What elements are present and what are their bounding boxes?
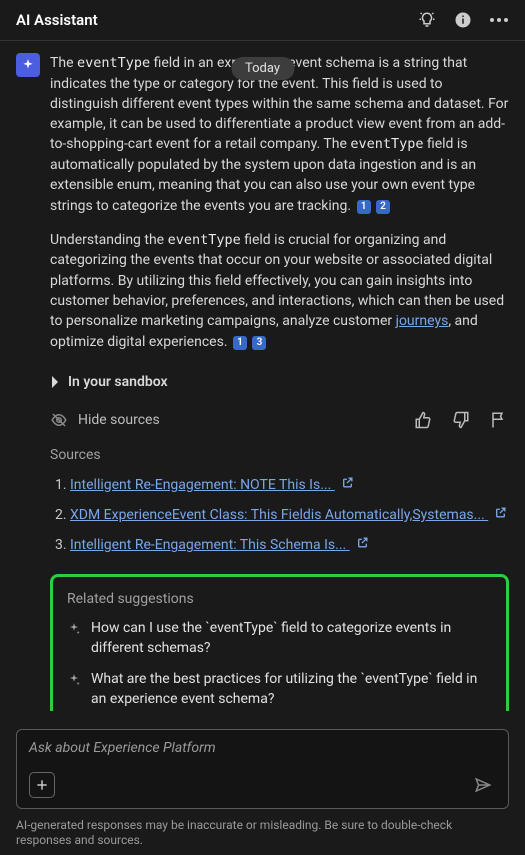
eye-off-icon — [50, 411, 68, 429]
source-item: Intelligent Re-Engagement: NOTE This Is.… — [70, 475, 509, 495]
sources-toolbar: Hide sources — [50, 406, 509, 444]
app-title: AI Assistant — [16, 11, 98, 29]
assistant-avatar-icon — [16, 53, 40, 77]
sandbox-toggle[interactable]: In your sandbox — [50, 366, 509, 406]
more-icon[interactable] — [489, 10, 509, 30]
sandbox-label: In your sandbox — [68, 372, 168, 392]
hide-sources-label: Hide sources — [78, 410, 160, 430]
add-attachment-button[interactable] — [29, 772, 55, 798]
citation-badge[interactable]: 3 — [252, 336, 266, 350]
code-eventtype: eventType — [168, 232, 241, 248]
message-body: The eventType field in an experience eve… — [50, 53, 509, 711]
source-item: XDM ExperienceEvent Class: This Fieldis … — [70, 505, 509, 525]
sparkle-icon — [67, 673, 81, 687]
external-link-icon — [341, 476, 354, 489]
code-eventtype: eventType — [77, 55, 150, 71]
hide-sources-button[interactable]: Hide sources — [50, 410, 160, 430]
flag-icon[interactable] — [489, 410, 509, 430]
message-paragraph-2: Understanding the eventType field is cru… — [50, 230, 509, 352]
journeys-link[interactable]: journeys — [396, 313, 449, 329]
source-link[interactable]: XDM ExperienceEvent Class: This Fieldis … — [70, 507, 488, 523]
thumbs-down-icon[interactable] — [451, 410, 471, 430]
suggestions-heading: Related suggestions — [67, 589, 492, 609]
related-suggestions-box: Related suggestions How can I use the `e… — [50, 574, 509, 711]
suggestion-text: How can I use the `eventType` field to c… — [91, 619, 492, 658]
plus-icon — [35, 778, 49, 792]
source-link[interactable]: Intelligent Re-Engagement: This Schema I… — [70, 537, 350, 553]
date-badge: Today — [231, 57, 294, 80]
citation-badge[interactable]: 2 — [376, 200, 390, 214]
suggestion-item[interactable]: How can I use the `eventType` field to c… — [67, 619, 492, 658]
citation-badge[interactable]: 1 — [357, 200, 371, 214]
assistant-message: The eventType field in an experience eve… — [16, 53, 509, 711]
source-item: Intelligent Re-Engagement: This Schema I… — [70, 535, 509, 555]
chevron-right-icon — [50, 375, 60, 389]
external-link-icon — [356, 536, 369, 549]
content-area: Today The eventType field in an experien… — [0, 41, 525, 711]
send-button[interactable] — [470, 772, 496, 798]
header-actions — [417, 10, 509, 30]
external-link-icon — [494, 506, 507, 519]
send-icon — [474, 776, 492, 794]
sources-heading: Sources — [50, 445, 509, 465]
code-eventtype: eventType — [350, 136, 423, 152]
input-area: Ask about Experience Platform — [16, 729, 509, 809]
source-link[interactable]: Intelligent Re-Engagement: NOTE This Is.… — [70, 477, 335, 493]
header: AI Assistant — [0, 0, 525, 41]
info-icon[interactable] — [453, 10, 473, 30]
citation-badge[interactable]: 1 — [233, 336, 247, 350]
feedback-icons — [413, 410, 509, 430]
thumbs-up-icon[interactable] — [413, 410, 433, 430]
suggestion-item[interactable]: What are the best practices for utilizin… — [67, 670, 492, 709]
suggestion-text: What are the best practices for utilizin… — [91, 670, 492, 709]
lightbulb-icon[interactable] — [417, 10, 437, 30]
chat-input[interactable]: Ask about Experience Platform — [16, 729, 509, 809]
sparkle-icon — [67, 622, 81, 636]
disclaimer-text: AI-generated responses may be inaccurate… — [16, 818, 509, 849]
input-placeholder: Ask about Experience Platform — [29, 740, 496, 756]
sources-list: Intelligent Re-Engagement: NOTE This Is.… — [50, 475, 509, 556]
input-footer — [29, 772, 496, 798]
